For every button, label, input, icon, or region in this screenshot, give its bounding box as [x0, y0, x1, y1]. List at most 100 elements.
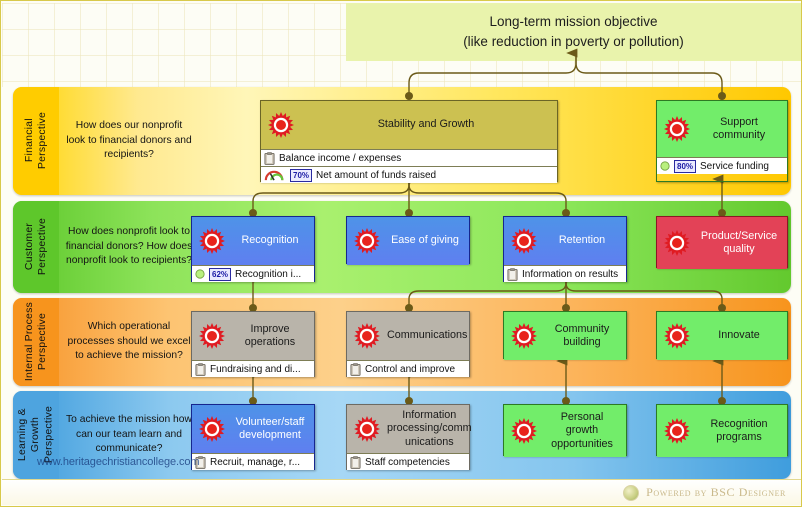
- objective-header: Product/Service quality: [657, 217, 787, 269]
- kpi-row[interactable]: Staff competencies: [347, 453, 469, 470]
- objective-header: Innovate: [657, 312, 787, 360]
- kpi-row[interactable]: Balance income / expenses: [261, 149, 557, 166]
- kpi-label: Balance income / expenses: [279, 152, 402, 164]
- globe-icon: [623, 484, 640, 501]
- objective-title: Innovate: [718, 329, 760, 342]
- gauge-icon: [264, 169, 286, 182]
- kpi-label: Service funding: [700, 160, 769, 172]
- sun-icon: [198, 322, 226, 350]
- objective-community-building[interactable]: Community building: [503, 311, 627, 360]
- sun-icon: [353, 227, 381, 255]
- objective-title: Recognition: [241, 234, 299, 247]
- objective-title: Community building: [554, 322, 610, 348]
- mission-line-2: (like reduction in poverty or pollution): [463, 34, 684, 49]
- perspective-question-customer: How does nonprofit look to financial don…: [65, 225, 193, 267]
- footer-bar: Powered by BSC Designer: [2, 479, 801, 505]
- kpi-label: Net amount of funds raised: [316, 169, 437, 181]
- objective-ease-of-giving[interactable]: Ease of giving: [346, 216, 470, 265]
- perspective-label-text: Internal Process Perspective: [22, 302, 48, 382]
- objective-header: Support community: [657, 101, 787, 157]
- document-icon: [350, 362, 361, 376]
- kpi-row[interactable]: Information on results: [504, 265, 626, 282]
- kpi-row[interactable]: 80% Service funding: [657, 157, 787, 174]
- kpi-label: Information on results: [522, 268, 619, 280]
- objective-title: Personal growth opportunities: [551, 410, 613, 450]
- perspective-label-financial: Financial Perspective: [13, 87, 59, 195]
- kpi-row[interactable]: Fundraising and di...: [192, 360, 314, 377]
- document-icon: [195, 362, 206, 376]
- kpi-row[interactable]: 70% Net amount of funds raised: [261, 166, 557, 183]
- objective-title: Retention: [558, 234, 606, 247]
- sun-icon: [198, 415, 226, 443]
- objective-personal-growth-opportunities[interactable]: Personal growth opportunities: [503, 404, 627, 457]
- sun-icon: [198, 227, 226, 255]
- kpi-progress-badge: 70%: [290, 168, 313, 182]
- sun-icon: [510, 227, 538, 255]
- powered-by-label: Powered by BSC Designer: [646, 485, 786, 499]
- objective-recognition[interactable]: Recognition 62% Recognition i...: [191, 216, 315, 282]
- sun-icon: [663, 115, 691, 143]
- objective-header: Recognition programs: [657, 405, 787, 457]
- objective-header: Community building: [504, 312, 626, 360]
- kpi-row[interactable]: Recruit, manage, r...: [192, 453, 314, 470]
- kpi-label: Recruit, manage, r...: [210, 456, 301, 468]
- sun-icon: [510, 417, 538, 445]
- sun-icon: [663, 417, 691, 445]
- objective-header: Information processing/comm unications: [347, 405, 472, 453]
- objective-header: Stability and Growth: [261, 101, 557, 149]
- perspective-label-text: Financial Perspective: [22, 112, 48, 170]
- objective-stability-and-growth[interactable]: Stability and Growth Balance income / exp…: [260, 100, 558, 183]
- mission-objective-banner: Long-term mission objective (like reduct…: [346, 3, 801, 61]
- perspective-question-internal-process: Which operational processes should we ex…: [67, 320, 191, 362]
- document-icon: [350, 455, 361, 469]
- objective-support-community[interactable]: Support community 80% Service funding: [656, 100, 788, 182]
- document-icon: [264, 151, 275, 165]
- perspective-label-text: Customer Perspective: [22, 218, 48, 276]
- sun-icon: [663, 229, 691, 257]
- sun-icon: [267, 111, 295, 139]
- sun-icon: [353, 322, 381, 350]
- objective-retention[interactable]: Retention Information on results: [503, 216, 627, 282]
- objective-title: Recognition programs: [710, 417, 768, 443]
- objective-header: Ease of giving: [347, 217, 469, 265]
- objective-product-service-quality[interactable]: Product/Service quality: [656, 216, 788, 269]
- kpi-label: Control and improve: [365, 363, 456, 375]
- objective-title: Stability and Growth: [377, 118, 475, 131]
- kpi-progress-badge: 62%: [209, 267, 232, 281]
- watermark: www.heritagechristiancollege.com: [37, 456, 200, 468]
- objective-title: Support community: [712, 115, 766, 141]
- objective-title: Information processing/comm unications: [387, 408, 472, 448]
- objective-communications[interactable]: Communications Control and improve: [346, 311, 470, 377]
- objective-title: Product/Service quality: [700, 229, 778, 255]
- objective-header: Volunteer/staff development: [192, 405, 314, 453]
- objective-information-processing-communications[interactable]: Information processing/comm unications St…: [346, 404, 472, 470]
- objective-header: Recognition: [192, 217, 314, 265]
- kpi-row[interactable]: 62% Recognition i...: [192, 265, 314, 282]
- objective-title: Communications: [387, 329, 468, 342]
- kpi-row[interactable]: Control and improve: [347, 360, 469, 377]
- objective-recognition-programs[interactable]: Recognition programs: [656, 404, 788, 457]
- kpi-label: Staff competencies: [365, 456, 450, 468]
- sun-icon: [663, 322, 691, 350]
- objective-title: Improve operations: [244, 322, 296, 348]
- objective-title: Ease of giving: [391, 234, 459, 247]
- objective-title: Volunteer/staff development: [235, 415, 305, 441]
- objective-header: Communications: [347, 312, 469, 360]
- perspective-question-financial: How does our nonprofit look to financial…: [66, 119, 192, 161]
- perspective-label-text: Learning & Growth Perspective: [16, 406, 55, 464]
- status-circle-icon: [660, 161, 670, 171]
- strategy-map-canvas: Long-term mission objective (like reduct…: [0, 0, 802, 507]
- document-icon: [507, 267, 518, 281]
- objective-innovate[interactable]: Innovate: [656, 311, 788, 360]
- sun-icon: [353, 415, 381, 443]
- kpi-progress-badge: 80%: [674, 159, 697, 173]
- perspective-label-customer: Customer Perspective: [13, 201, 59, 293]
- objective-header: Personal growth opportunities: [504, 405, 626, 457]
- perspective-label-internal-process: Internal Process Perspective: [13, 298, 59, 386]
- objective-improve-operations[interactable]: Improve operations Fundraising and di...: [191, 311, 315, 377]
- objective-header: Retention: [504, 217, 626, 265]
- objective-volunteer-staff-development[interactable]: Volunteer/staff development Recruit, mana…: [191, 404, 315, 470]
- kpi-label: Recognition i...: [235, 268, 302, 280]
- sun-icon: [510, 322, 538, 350]
- objective-header: Improve operations: [192, 312, 314, 360]
